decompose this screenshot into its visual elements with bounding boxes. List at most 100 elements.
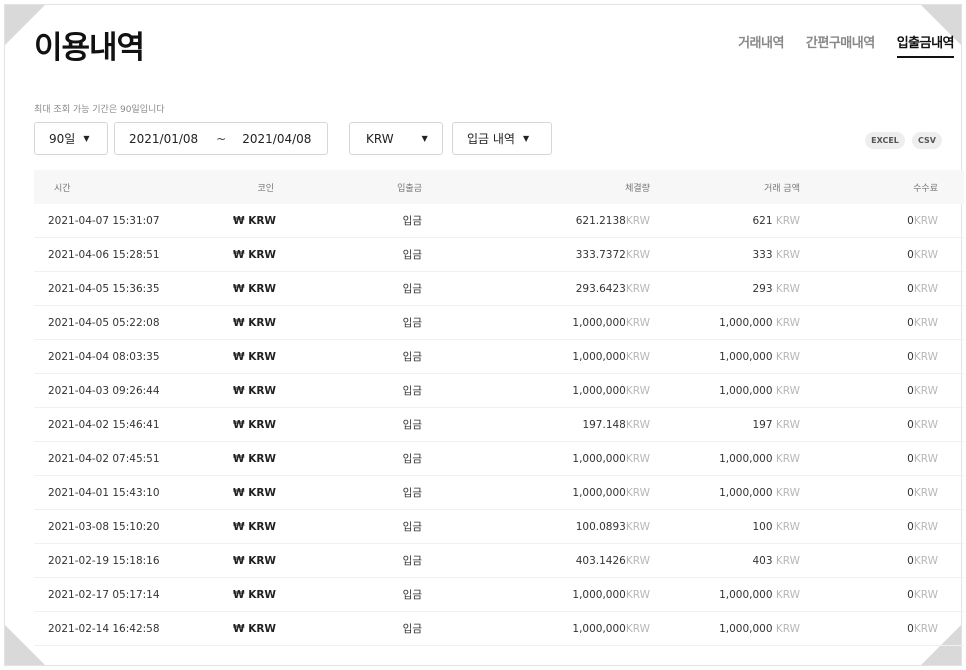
cell-fee: 0KRW (800, 589, 938, 601)
quantity-value: 333.7372 (575, 248, 626, 261)
unit-label: KRW (775, 418, 800, 431)
cell-type: 입금 (402, 487, 422, 499)
tab-quick-buy-history[interactable]: 간편구매내역 (806, 32, 875, 58)
unit-label: KRW (625, 384, 650, 397)
period-notice: 최대 조회 가능 기간은 90일입니다 (34, 105, 165, 115)
cell-coin: ₩ KRW (232, 588, 276, 601)
cell-fee: 0KRW (800, 249, 938, 261)
amount-value: 621 (752, 214, 773, 227)
amount-value: 1,000,000 (719, 316, 773, 329)
unit-label: KRW (775, 622, 800, 635)
fee-value: 0 (907, 350, 914, 363)
cell-time: 2021-04-01 15:43:10 (48, 486, 160, 499)
cell-type: 입금 (402, 249, 422, 261)
cell-time: 2021-02-19 15:18:16 (48, 554, 160, 567)
export-excel-button[interactable]: EXCEL (865, 132, 905, 149)
cell-quantity: 197.148KRW (422, 419, 650, 431)
table-row[interactable]: 2021-04-05 15:36:35 ₩ KRW 입금 293.6423KRW… (34, 272, 964, 306)
table-body: 2021-04-07 15:31:07 ₩ KRW 입금 621.2138KRW… (34, 204, 964, 646)
amount-value: 1,000,000 (719, 350, 773, 363)
unit-label: KRW (913, 214, 938, 227)
cell-coin: ₩ KRW (232, 554, 276, 567)
unit-label: KRW (625, 486, 650, 499)
cell-type: 입금 (402, 623, 422, 635)
amount-value: 293 (752, 282, 773, 295)
cell-quantity: 1,000,000KRW (422, 385, 650, 397)
date-range-picker[interactable]: 2021/01/08 ~ 2021/04/08 (114, 122, 328, 155)
table-row[interactable]: 2021-04-04 08:03:35 ₩ KRW 입금 1,000,000 KR… (34, 340, 964, 374)
cell-type: 입금 (402, 215, 422, 227)
cell-time: 2021-04-02 15:46:41 (48, 418, 160, 431)
amount-value: 1,000,000 (719, 486, 773, 499)
end-date[interactable]: 2021/04/08 (242, 132, 311, 146)
column-header-quantity: 체결량 (625, 183, 650, 194)
unit-label: KRW (625, 248, 650, 261)
cell-coin: ₩ KRW (232, 282, 276, 295)
cell-type: 입금 (402, 419, 422, 431)
table-row[interactable]: 2021-02-19 15:18:16 ₩ KRW 입금 403.1426KRW… (34, 544, 964, 578)
table-row[interactable]: 2021-04-06 15:28:51 ₩ KRW 입금 333.7372KRW… (34, 238, 964, 272)
unit-label: KRW (625, 282, 650, 295)
tab-trade-history[interactable]: 거래내역 (738, 32, 784, 58)
quantity-value: 197.148 (582, 418, 626, 431)
fee-value: 0 (907, 418, 914, 431)
cell-type: 입금 (402, 283, 422, 295)
table-row[interactable]: 2021-04-01 15:43:10 ₩ KRW 입금 1,000,000KR… (34, 476, 964, 510)
cell-amount: 1,000,000 KRW (650, 453, 800, 465)
start-date[interactable]: 2021/01/08 (129, 132, 198, 146)
cell-time: 2021-04-04 08:03:35 (48, 350, 160, 363)
table-row[interactable]: 2021-04-03 09:26:44 ₩ KRW 입금 1,000,000KR… (34, 374, 964, 408)
table-row[interactable]: 2021-04-02 07:45:51 ₩ KRW 입금 1,000,000KR… (34, 442, 964, 476)
transaction-type-select[interactable]: 입금 내역 ▼ (452, 122, 552, 155)
table-row[interactable]: 2021-03-08 15:10:20 ₩ KRW 입금 100.0893KRW… (34, 510, 964, 544)
cell-fee: 0KRW (800, 283, 938, 295)
fee-value: 0 (907, 452, 914, 465)
tab-deposit-withdraw-history[interactable]: 입출금내역 (896, 32, 955, 58)
amount-value: 403 (752, 554, 773, 567)
unit-label: KRW (913, 554, 938, 567)
cell-fee: 0KRW (800, 351, 938, 363)
cell-coin: ₩ KRW (232, 622, 276, 635)
fee-value: 0 (907, 486, 914, 499)
cell-quantity: 100.0893KRW (422, 521, 650, 533)
table-row[interactable]: 2021-02-17 05:17:14 ₩ KRW 입금 1,000,000KR… (34, 578, 964, 612)
table-row[interactable]: 2021-04-07 15:31:07 ₩ KRW 입금 621.2138KRW… (34, 204, 964, 238)
unit-label: KRW (625, 316, 650, 329)
period-select[interactable]: 90일 ▼ (34, 122, 108, 155)
column-header-time: 시간 (54, 183, 71, 194)
unit-label: KRW (625, 520, 650, 533)
cell-quantity: 1,000,000KRW (422, 453, 650, 465)
fee-value: 0 (907, 622, 914, 635)
caret-down-icon: ▼ (83, 134, 90, 143)
cell-type: 입금 (402, 351, 422, 363)
cell-coin: ₩ KRW (232, 384, 276, 397)
unit-label: KRW (625, 588, 650, 601)
cell-amount: 1,000,000 KRW (650, 623, 800, 635)
unit-label: KRW (913, 622, 938, 635)
fee-value: 0 (907, 554, 914, 567)
unit-label: KRW (775, 452, 800, 465)
quantity-value: 1,000,000 (572, 486, 626, 499)
cell-time: 2021-04-05 15:36:35 (48, 282, 160, 295)
table-row[interactable]: 2021-04-05 05:22:08 ₩ KRW 입금 1,000,000KR… (34, 306, 964, 340)
cell-type: 입금 (402, 589, 422, 601)
quantity-value: 1,000,000 (572, 588, 626, 601)
cell-fee: 0KRW (800, 521, 938, 533)
unit-label: KRW (913, 350, 938, 363)
caret-down-icon: ▼ (522, 134, 530, 143)
caret-down-icon: ▼ (421, 134, 428, 143)
column-header-fee: 수수료 (913, 183, 938, 194)
currency-select[interactable]: KRW ▼ (349, 122, 443, 155)
unit-label: KRW (775, 554, 800, 567)
fee-value: 0 (907, 588, 914, 601)
table-row[interactable]: 2021-04-02 15:46:41 ₩ KRW 입금 197.148KRW … (34, 408, 964, 442)
cell-fee: 0KRW (800, 317, 938, 329)
unit-label: KRW (913, 282, 938, 295)
quantity-value: 1,000,000 (572, 384, 626, 397)
cell-coin: ₩ KRW (232, 350, 276, 363)
cell-amount: 621 KRW (650, 215, 800, 227)
export-csv-button[interactable]: CSV (912, 132, 942, 149)
cell-amount: 100 KRW (650, 521, 800, 533)
table-row[interactable]: 2021-02-14 16:42:58 ₩ KRW 입금 1,000,000KR… (34, 612, 964, 646)
period-value: 90일 (49, 132, 76, 146)
